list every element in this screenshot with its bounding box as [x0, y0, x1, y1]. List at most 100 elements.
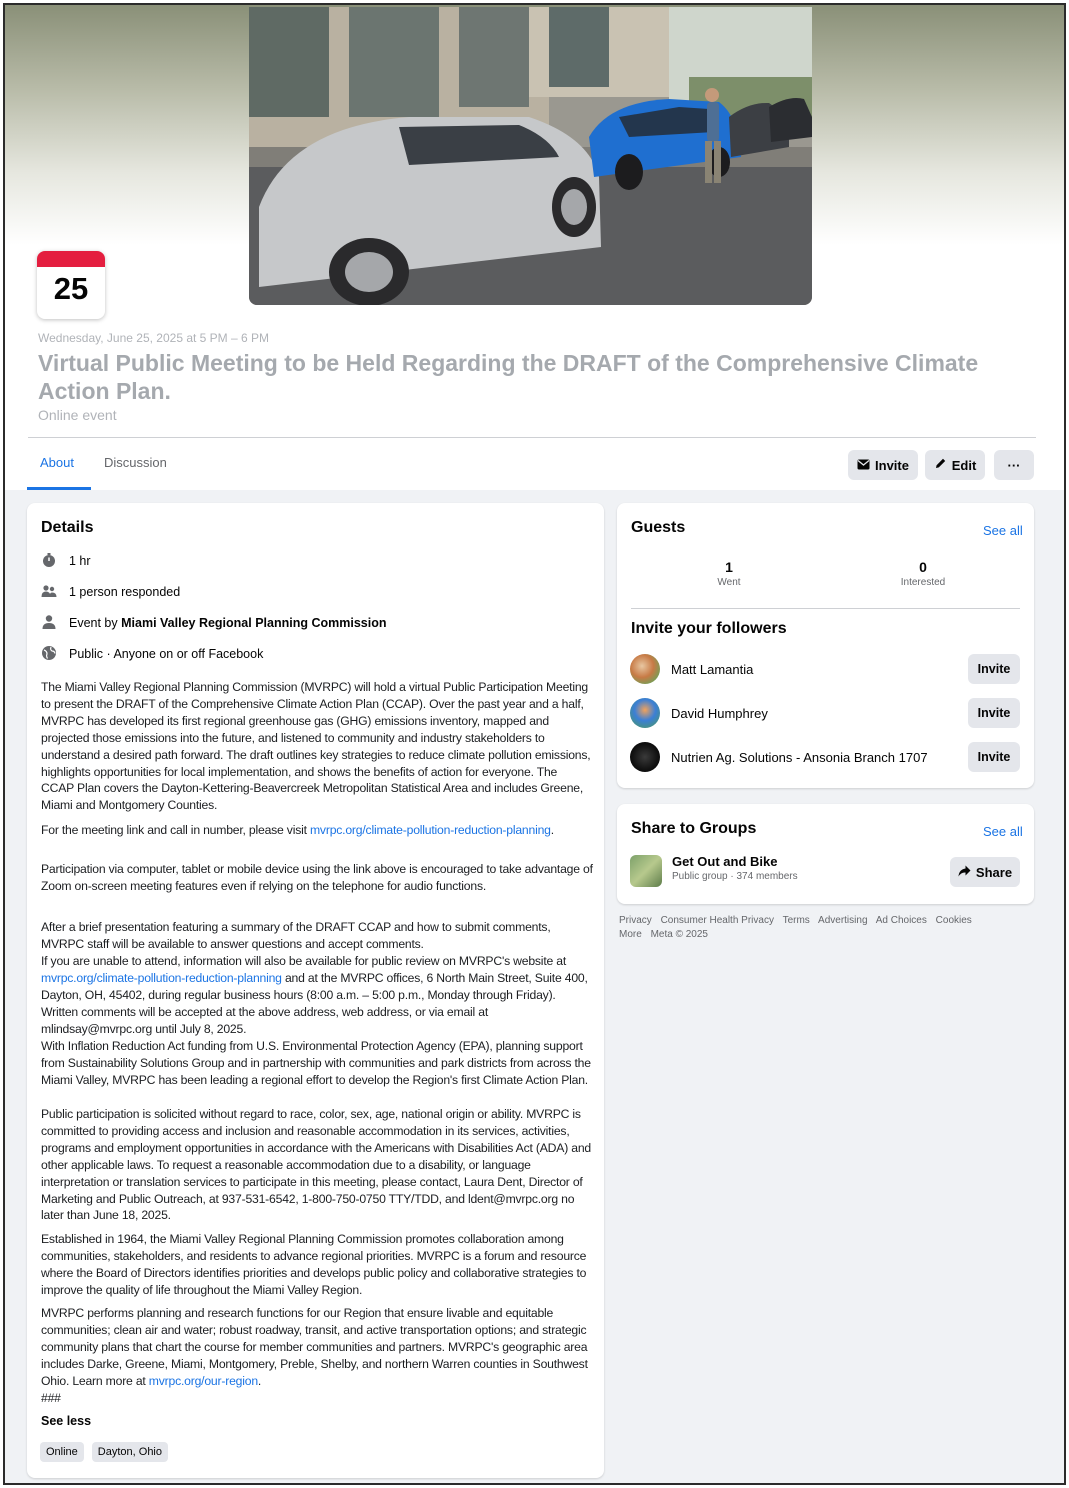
share-see-all-link[interactable]: See all: [983, 824, 1023, 839]
follower-row: Nutrien Ag. Solutions - Ansonia Branch 1…: [630, 741, 1020, 773]
follower-name: Nutrien Ag. Solutions - Ansonia Branch 1…: [671, 749, 928, 765]
duration-row: 1 hr: [41, 552, 91, 570]
stopwatch-icon: [41, 552, 57, 571]
after-presentation-paragraph: After a brief presentation featuring a s…: [41, 920, 551, 951]
privacy-row: Public · Anyone on or off Facebook: [41, 645, 263, 663]
calendar-day: 25: [53, 271, 89, 306]
performs-paragraph: MVRPC performs planning and research fun…: [41, 1305, 593, 1406]
envelope-icon: [857, 458, 870, 473]
header-divider: [28, 437, 1036, 438]
meeting-link[interactable]: mvrpc.org/climate-pollution-reduction-pl…: [310, 823, 551, 837]
active-tab-indicator: [27, 487, 91, 490]
interested-label: Interested: [900, 577, 946, 588]
invite-button[interactable]: Invite: [848, 450, 918, 480]
meeting-link-suffix: .: [550, 823, 554, 837]
responded-text: 1 person responded: [69, 585, 181, 599]
privacy-text: Public · Anyone on or off Facebook: [69, 647, 264, 661]
established-paragraph: Established in 1964, the Miami Valley Re…: [41, 1232, 587, 1297]
unable-prefix: If you are unable to attend, information…: [41, 954, 567, 968]
footer-link-ad-choices[interactable]: Ad Choices: [876, 915, 927, 926]
tag-online[interactable]: Online: [40, 1442, 84, 1462]
footer-link-more[interactable]: More: [619, 929, 642, 940]
people-icon: [41, 583, 57, 602]
share-arrow-icon: [958, 865, 971, 880]
guests-see-all-link[interactable]: See all: [983, 523, 1023, 538]
details-title: Details: [41, 519, 94, 536]
avatar: [630, 698, 660, 728]
duration-text: 1 hr: [69, 554, 91, 568]
share-button-label: Share: [975, 864, 1013, 880]
follower-row: Matt Lamantia Invite: [630, 653, 1020, 685]
interested-count[interactable]: 0 Interested: [883, 559, 963, 588]
event-by-label: Event by: [69, 616, 118, 630]
went-count[interactable]: 1 Went: [689, 559, 769, 588]
avatar: [630, 654, 660, 684]
avatar: [630, 742, 660, 772]
hash-marks: ###: [41, 1390, 61, 1405]
interested-number: 0: [919, 559, 927, 575]
performs-prefix: MVRPC performs planning and research fun…: [41, 1306, 588, 1388]
invite-followers-title: Invite your followers: [631, 620, 787, 637]
footer-link-terms[interactable]: Terms: [783, 915, 810, 926]
globe-icon: [41, 645, 57, 664]
ira-paragraph: With Inflation Reduction Act funding fro…: [41, 1039, 591, 1087]
footer-link-cookies[interactable]: Cookies: [936, 915, 972, 926]
unable-to-attend-paragraph: If you are unable to attend, information…: [41, 953, 593, 1038]
cover-photo: [249, 7, 812, 305]
invite-button-label: Invite: [875, 457, 909, 473]
performs-suffix: .: [257, 1373, 262, 1388]
calendar-badge: 25: [37, 251, 105, 319]
tab-about[interactable]: About: [40, 455, 74, 470]
follower-name: Matt Lamantia: [671, 661, 754, 677]
group-thumbnail: [630, 855, 662, 887]
description-intro: The Miami Valley Regional Planning Commi…: [41, 680, 591, 813]
group-name[interactable]: Get Out and Bike: [672, 854, 777, 869]
calendar-badge-header: [37, 251, 105, 267]
share-title: Share to Groups: [631, 820, 757, 837]
guests-title: Guests: [631, 519, 686, 536]
organizer-text: Event by Miami Valley Regional Planning …: [69, 616, 386, 630]
tab-discussion[interactable]: Discussion: [104, 455, 167, 470]
invite-follower-button[interactable]: Invite: [968, 654, 1020, 684]
organizer-link[interactable]: Miami Valley Regional Planning Commissio…: [121, 616, 386, 630]
edit-button-label: Edit: [951, 457, 977, 473]
pencil-icon: [934, 457, 947, 473]
invite-follower-button[interactable]: Invite: [968, 742, 1020, 772]
guests-divider: [631, 608, 1020, 609]
event-title: Virtual Public Meeting to be Held Regard…: [38, 350, 979, 404]
edit-button[interactable]: Edit: [925, 450, 985, 480]
responded-row: 1 person responded: [41, 583, 180, 601]
review-link[interactable]: mvrpc.org/climate-pollution-reduction-pl…: [41, 971, 282, 985]
tag-location[interactable]: Dayton, Ohio: [91, 1442, 168, 1462]
participation-paragraph: Participation via computer, tablet or mo…: [41, 862, 593, 893]
person-icon: [41, 614, 57, 633]
public-participation-paragraph: Public participation is solicited withou…: [41, 1107, 591, 1223]
details-card: Details 1 hr 1 person responded Event by…: [27, 503, 604, 1478]
page-footer: Privacy Consumer Health Privacy Terms Ad…: [619, 914, 1029, 942]
page-frame: 25 Wednesday, June 25, 2025 at 5 PM – 6 …: [3, 3, 1066, 1485]
footer-link-advertising[interactable]: Advertising: [818, 915, 867, 926]
event-date-time: Wednesday, June 25, 2025 at 5 PM – 6 PM: [38, 331, 270, 345]
event-kind: Online event: [38, 407, 117, 423]
guests-card: Guests See all 1 Went 0 Interested Invit…: [617, 503, 1034, 788]
tag-list: Online Dayton, Ohio: [40, 1442, 168, 1462]
event-header: 25 Wednesday, June 25, 2025 at 5 PM – 6 …: [5, 5, 1064, 490]
meeting-link-prefix: For the meeting link and call in number,…: [41, 823, 307, 837]
footer-meta-copyright: Meta © 2025: [650, 929, 708, 940]
share-to-groups-card: Share to Groups See all Get Out and Bike…: [617, 804, 1034, 904]
footer-link-health-privacy[interactable]: Consumer Health Privacy: [661, 915, 774, 926]
went-label: Went: [717, 577, 741, 588]
meeting-link-paragraph: For the meeting link and call in number,…: [41, 822, 593, 839]
see-less-link[interactable]: See less: [41, 1414, 91, 1428]
went-number: 1: [725, 559, 733, 575]
footer-link-privacy[interactable]: Privacy: [619, 915, 652, 926]
more-options-button[interactable]: ···: [994, 450, 1034, 480]
follower-row: David Humphrey Invite: [630, 697, 1020, 729]
group-meta: Public group · 374 members: [672, 871, 798, 882]
our-region-link[interactable]: mvrpc.org/our-region: [149, 1374, 258, 1388]
share-button[interactable]: Share: [950, 857, 1020, 887]
follower-name: David Humphrey: [671, 705, 768, 721]
invite-follower-button[interactable]: Invite: [968, 698, 1020, 728]
more-dots-icon: ···: [1007, 457, 1021, 473]
organizer-row: Event by Miami Valley Regional Planning …: [41, 614, 386, 632]
